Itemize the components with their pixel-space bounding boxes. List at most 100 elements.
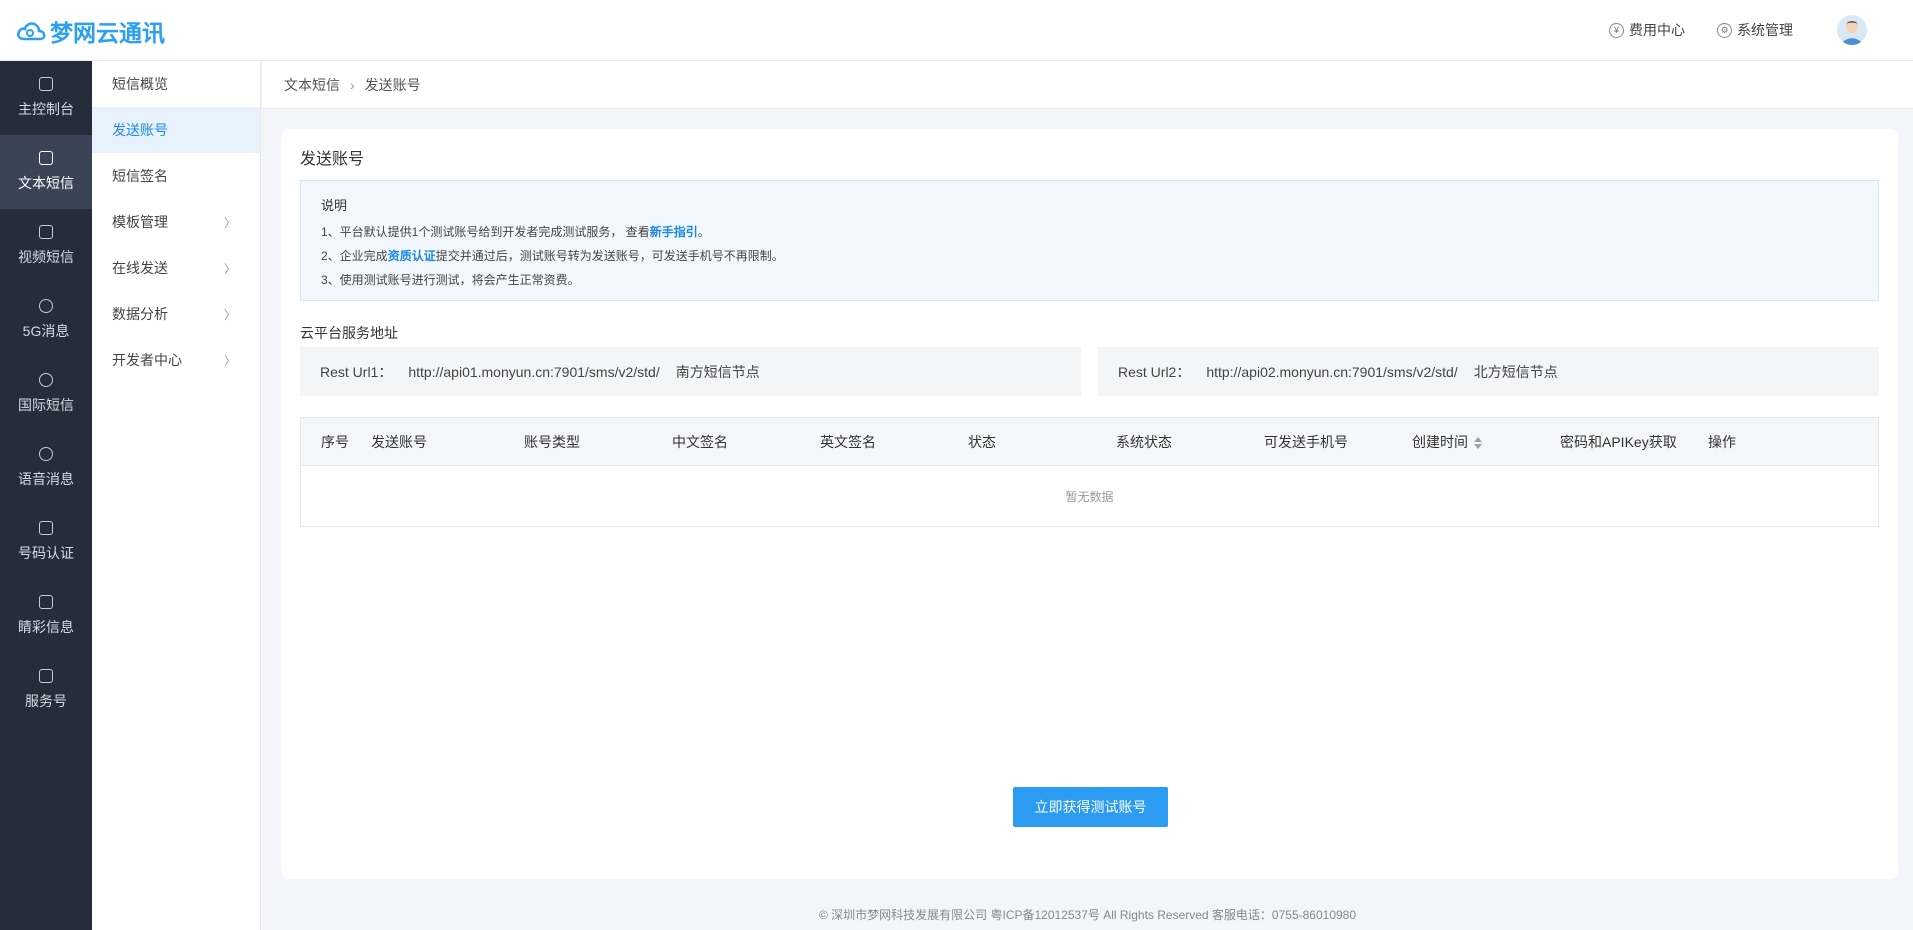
rest-url-value[interactable]: http://api01.monyun.cn:7901/sms/v2/std/ <box>408 364 659 380</box>
subnav-label: 开发者中心 <box>112 352 182 368</box>
microphone-icon <box>39 447 53 461</box>
video-icon <box>39 225 53 239</box>
globe-icon <box>39 373 53 387</box>
rest-url-key: Rest Url2： <box>1118 363 1191 380</box>
rest-url-1-box: Rest Url1： http://api01.monyun.cn:7901/s… <box>300 347 1081 396</box>
column-header: 中文签名 <box>672 434 728 450</box>
page-title: 发送账号 <box>300 151 365 168</box>
nav-rich-message[interactable]: 睛彩信息 <box>0 579 92 653</box>
footer-copyright: © 深圳市梦网科技发展有限公司 粤ICP备12012537号 All Right… <box>818 908 1357 922</box>
table-empty-state: 暂无数据 <box>1065 489 1114 504</box>
top-header: 梦网云通讯 ¥ 费用中心 ⚙ 系统管理 <box>0 0 1913 61</box>
system-settings-label: 系统管理 <box>1737 22 1793 38</box>
qualification-link[interactable]: 资质认证 <box>388 249 436 263</box>
nav-label: 号码认证 <box>18 545 74 561</box>
nav-label: 睛彩信息 <box>18 619 74 635</box>
system-settings-link[interactable]: ⚙ 系统管理 <box>1717 20 1793 40</box>
instructions-title: 说明 <box>321 198 348 213</box>
nav-service-account[interactable]: 服务号 <box>0 653 92 727</box>
column-header: 账号类型 <box>524 434 580 450</box>
subnav-data-analysis[interactable]: 数据分析 〉 <box>92 291 260 337</box>
nav-label: 视频短信 <box>18 249 74 265</box>
column-header: 序号 <box>321 434 349 450</box>
get-test-account-button[interactable]: 立即获得测试账号 <box>1013 787 1168 827</box>
nav-video-sms[interactable]: 视频短信 <box>0 209 92 283</box>
breadcrumb: 文本短信 › 发送账号 <box>262 61 1913 109</box>
subnav-label: 短信签名 <box>112 168 168 184</box>
nav-label: 主控制台 <box>18 101 74 117</box>
breadcrumb-parent[interactable]: 文本短信 <box>284 75 340 95</box>
breadcrumb-current: 发送账号 <box>364 76 421 93</box>
document-icon <box>39 669 53 683</box>
billing-center-link[interactable]: ¥ 费用中心 <box>1609 20 1685 40</box>
cloud-logo-icon <box>16 22 46 41</box>
nav-text-sms[interactable]: 文本短信 <box>0 135 92 209</box>
beginner-guide-link[interactable]: 新手指引 <box>650 225 698 239</box>
chevron-right-icon: 〉 <box>223 353 236 368</box>
billing-center-label: 费用中心 <box>1629 22 1685 38</box>
main-sidebar: 主控制台 文本短信 视频短信 5G消息 国际短信 语音消息 号码认证 睛彩信息 … <box>0 61 92 930</box>
subnav-label: 短信概览 <box>112 76 168 92</box>
brand-logo[interactable]: 梦网云通讯 <box>16 14 165 48</box>
nav-5g-message[interactable]: 5G消息 <box>0 283 92 357</box>
rest-url-node: 北方短信节点 <box>1473 363 1558 380</box>
chat-icon <box>39 595 53 609</box>
subnav-send-account[interactable]: 发送账号 <box>92 107 260 153</box>
subnav-label: 模板管理 <box>112 214 168 230</box>
accounts-table: 序号 发送账号 账号类型 中文签名 英文签名 状态 系统状态 可发送手机号 创建… <box>300 417 1879 527</box>
chevron-right-icon: 〉 <box>223 261 236 276</box>
yen-icon: ¥ <box>1609 22 1624 38</box>
instruction-text: 1、平台默认提供1个测试账号给到开发者完成测试服务， 查看 <box>321 225 650 239</box>
shield-icon <box>39 521 53 535</box>
5g-icon <box>39 299 53 313</box>
nav-label: 国际短信 <box>18 397 74 413</box>
avatar[interactable] <box>1837 15 1867 45</box>
nav-voice-message[interactable]: 语音消息 <box>0 431 92 505</box>
chevron-right-icon: 〉 <box>223 307 236 322</box>
instruction-text: 2、企业完成 <box>321 249 388 263</box>
nav-international-sms[interactable]: 国际短信 <box>0 357 92 431</box>
chevron-right-icon: 〉 <box>223 215 236 230</box>
subnav-template-management[interactable]: 模板管理 〉 <box>92 199 260 245</box>
subnav-developer-center[interactable]: 开发者中心 〉 <box>92 337 260 383</box>
instruction-line-1: 1、平台默认提供1个测试账号给到开发者完成测试服务， 查看新手指引。 <box>321 220 1858 244</box>
instructions-box: 说明 1、平台默认提供1个测试账号给到开发者完成测试服务， 查看新手指引。 2、… <box>300 180 1879 301</box>
sub-sidebar: 短信概览 发送账号 短信签名 模板管理 〉 在线发送 〉 数据分析 〉 开发者中… <box>92 61 261 930</box>
table-header: 序号 发送账号 账号类型 中文签名 英文签名 状态 系统状态 可发送手机号 创建… <box>301 418 1878 466</box>
dashboard-icon <box>39 77 53 91</box>
instruction-line-2: 2、企业完成资质认证提交并通过后，测试账号转为发送账号，可发送手机号不再限制。 <box>321 244 1858 268</box>
breadcrumb-separator-icon: › <box>350 76 355 93</box>
column-header: 英文签名 <box>820 434 876 450</box>
subnav-label: 数据分析 <box>112 306 168 322</box>
column-header: 状态 <box>968 434 996 450</box>
column-header: 密码和APIKey获取 <box>1560 434 1677 450</box>
sort-icon[interactable] <box>1474 437 1482 450</box>
instruction-text: 。 <box>697 225 710 239</box>
subnav-label: 发送账号 <box>112 122 168 138</box>
rest-url-node: 南方短信节点 <box>675 363 760 380</box>
nav-number-verify[interactable]: 号码认证 <box>0 505 92 579</box>
column-header: 系统状态 <box>1116 434 1172 450</box>
content-card: 发送账号 说明 1、平台默认提供1个测试账号给到开发者完成测试服务， 查看新手指… <box>281 129 1898 879</box>
column-header: 可发送手机号 <box>1264 434 1348 450</box>
subnav-label: 在线发送 <box>112 260 168 276</box>
subnav-sms-overview[interactable]: 短信概览 <box>92 61 260 107</box>
rest-url-2-box: Rest Url2： http://api02.monyun.cn:7901/s… <box>1098 347 1879 396</box>
rest-url-key: Rest Url1： <box>320 363 393 380</box>
nav-label: 服务号 <box>25 693 67 709</box>
subnav-sms-signature[interactable]: 短信签名 <box>92 153 260 199</box>
instruction-line-3: 3、使用测试账号进行测试，将会产生正常资费。 <box>321 273 580 287</box>
column-header: 发送账号 <box>371 434 427 450</box>
nav-label: 5G消息 <box>22 323 70 339</box>
message-icon <box>39 151 53 165</box>
rest-url-value[interactable]: http://api02.monyun.cn:7901/sms/v2/std/ <box>1206 364 1457 380</box>
nav-label: 语音消息 <box>18 471 74 487</box>
nav-dashboard[interactable]: 主控制台 <box>0 61 92 135</box>
brand-name: 梦网云通讯 <box>50 20 165 46</box>
subnav-online-send[interactable]: 在线发送 〉 <box>92 245 260 291</box>
instruction-text: 提交并通过后，测试账号转为发送账号，可发送手机号不再限制。 <box>435 249 784 263</box>
created-time-header[interactable]: 创建时间 <box>1412 418 1482 466</box>
nav-label: 文本短信 <box>18 175 74 191</box>
column-header: 操作 <box>1708 434 1736 450</box>
gear-icon: ⚙ <box>1717 22 1732 38</box>
